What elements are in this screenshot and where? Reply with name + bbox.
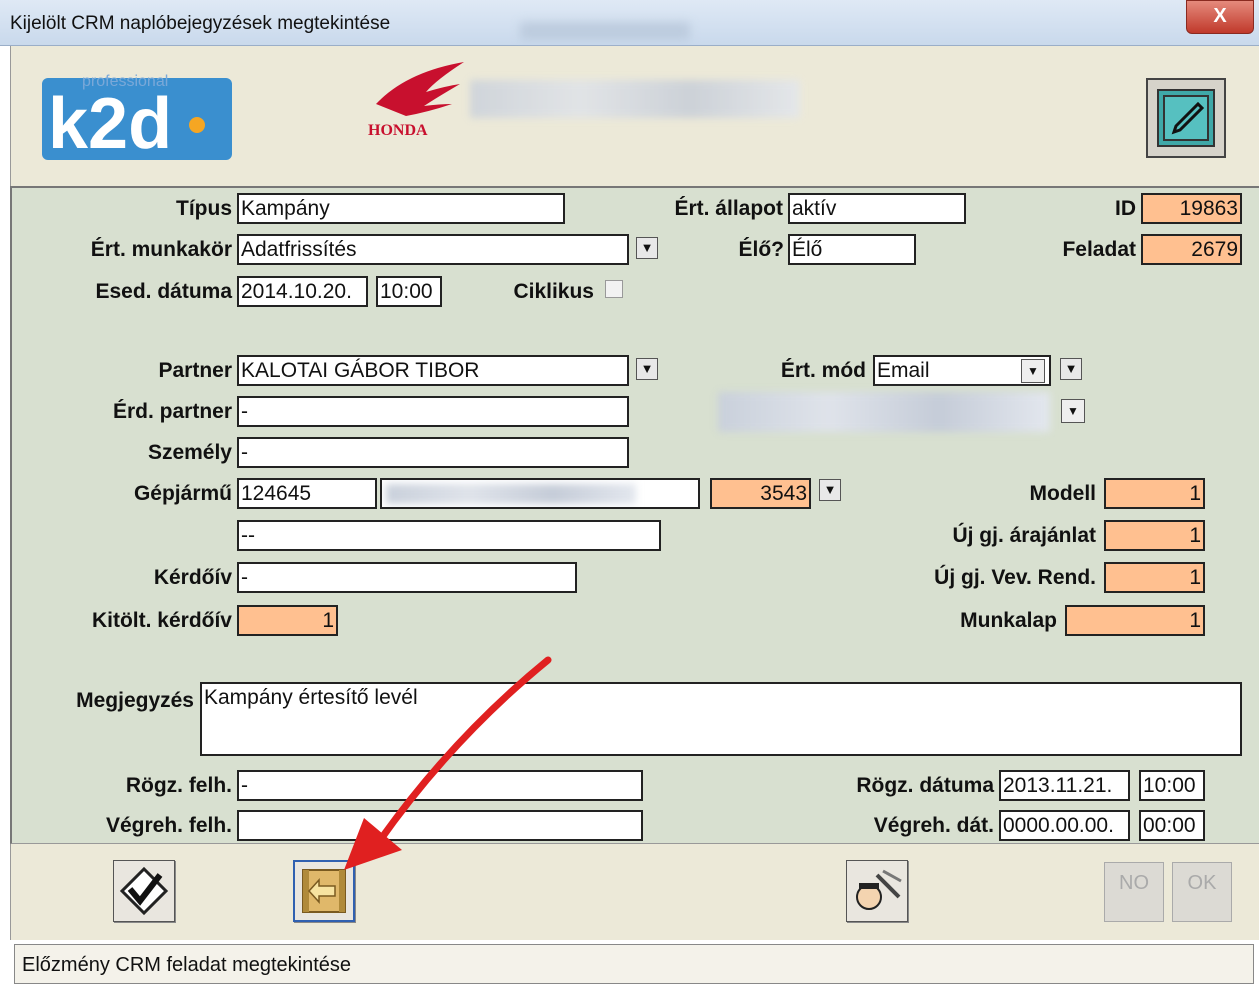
worker-tools-icon	[856, 869, 902, 910]
megjegyzes-label: Megjegyzés	[76, 689, 194, 712]
down-arrow-icon: ▼	[640, 240, 654, 255]
ert-mod-dropdown-button[interactable]: ▼	[1021, 359, 1045, 383]
vegreh-dat-time-field[interactable]: 00:00	[1139, 810, 1205, 841]
blurred-dealer-name	[470, 80, 800, 118]
szemely-label: Személy	[147, 441, 232, 464]
elo-label: Élő?	[738, 238, 785, 261]
id-label: ID	[1115, 197, 1136, 220]
kerdoiv-field[interactable]: -	[237, 562, 577, 593]
ok-button[interactable]: OK	[1172, 862, 1232, 922]
partner-select-button[interactable]: ▼	[636, 358, 658, 380]
munkalap-field[interactable]: 1	[1065, 605, 1205, 636]
rogz-felh-label: Rögz. felh.	[125, 774, 232, 797]
contact-dropdown-button[interactable]: ▼	[1061, 399, 1085, 423]
close-button[interactable]: X	[1186, 0, 1254, 34]
worker-task-button[interactable]	[846, 860, 908, 922]
id-field[interactable]: 19863	[1141, 193, 1242, 224]
honda-logo: HONDA	[366, 62, 466, 142]
ert-munkakor-select-button[interactable]: ▼	[636, 237, 658, 259]
kerdoiv-label: Kérdőív	[153, 566, 232, 589]
blurred-title-area	[520, 22, 690, 40]
feladat-label: Feladat	[1062, 238, 1136, 261]
ciklikus-checkbox[interactable]	[605, 280, 623, 298]
kitolt-kerdoiv-label: Kitölt. kérdőív	[91, 609, 232, 632]
ok-label: OK	[1187, 872, 1217, 894]
window-title: Kijelölt CRM naplóbejegyzések megtekinté…	[10, 13, 391, 34]
ert-allapot-field[interactable]: aktív	[788, 193, 966, 224]
elo-field[interactable]: Élő	[788, 234, 916, 265]
erd-partner-label: Érd. partner	[112, 400, 232, 423]
gepjarmu-number-field[interactable]: 3543	[710, 478, 811, 509]
down-arrow-icon: ▼	[640, 361, 654, 376]
gepjarmu-second-field[interactable]: --	[237, 520, 661, 551]
feladat-field[interactable]: 2679	[1141, 234, 1242, 265]
red-arrow-annotation	[344, 656, 552, 870]
kitolt-kerdoiv-field[interactable]: 1	[237, 605, 338, 636]
checkmark-document-icon	[119, 866, 169, 916]
edit-button[interactable]	[1146, 78, 1226, 158]
down-arrow-icon: ▼	[823, 482, 837, 497]
logo-k2d-text: k2d	[48, 84, 172, 164]
blurred-contact-select	[718, 392, 1050, 432]
vegreh-dat-label: Végreh. dát.	[873, 814, 994, 837]
ert-munkakor-label: Ért. munkakör	[90, 238, 232, 261]
munkalap-label: Munkalap	[960, 609, 1057, 632]
ert-mod-select-button[interactable]: ▼	[1060, 358, 1082, 380]
uj-arajanlat-field[interactable]: 1	[1104, 520, 1205, 551]
k2d-logo: professional k2d	[42, 70, 242, 165]
rogz-datuma-time-field[interactable]: 10:00	[1139, 770, 1205, 801]
ert-munkakor-field[interactable]: Adatfrissítés	[237, 234, 629, 265]
esed-datuma-date-field[interactable]: 2014.10.20.	[237, 276, 368, 307]
chevron-down-icon: ▼	[1027, 364, 1039, 378]
gepjarmu-label: Gépjármű	[133, 482, 232, 505]
down-arrow-icon: ▼	[1064, 361, 1078, 376]
ert-mod-label: Ért. mód	[780, 359, 866, 382]
vegreh-dat-date-field[interactable]: 0000.00.00.	[999, 810, 1130, 841]
modell-field[interactable]: 1	[1104, 478, 1205, 509]
vegreh-felh-label: Végreh. felh.	[105, 814, 232, 837]
partner-field[interactable]: KALOTAI GÁBOR TIBOR	[237, 355, 629, 386]
gepjarmu-select-button[interactable]: ▼	[819, 479, 841, 501]
tipus-field[interactable]: Kampány	[237, 193, 565, 224]
no-button[interactable]: NO	[1104, 862, 1164, 922]
erd-partner-field[interactable]: -	[237, 396, 629, 427]
approve-button[interactable]	[113, 860, 175, 922]
szemely-field[interactable]: -	[237, 437, 629, 468]
honda-text: HONDA	[368, 122, 428, 139]
footer-toolbar	[10, 844, 1259, 940]
uj-vev-rend-field[interactable]: 1	[1104, 562, 1205, 593]
modell-label: Modell	[1029, 482, 1097, 505]
ert-allapot-label: Ért. állapot	[674, 197, 783, 220]
uj-vev-rend-label: Új gj. Vev. Rend.	[934, 566, 1096, 589]
status-text: Előzmény CRM feladat megtekintése	[22, 954, 352, 976]
chevron-down-icon: ▼	[1067, 404, 1079, 418]
ciklikus-label: Ciklikus	[513, 280, 594, 303]
tipus-label: Típus	[176, 197, 232, 220]
no-label: NO	[1119, 872, 1149, 894]
rogz-datuma-label: Rögz. dátuma	[856, 774, 994, 797]
esed-datuma-time-field[interactable]: 10:00	[376, 276, 442, 307]
gepjarmu-field[interactable]: 124645	[237, 478, 377, 509]
rogz-datuma-date-field[interactable]: 2013.11.21.	[999, 770, 1130, 801]
edit-icon	[1157, 89, 1215, 147]
uj-arajanlat-label: Új gj. árajánlat	[952, 524, 1096, 547]
esed-datuma-label: Esed. dátuma	[95, 280, 232, 303]
partner-label: Partner	[158, 359, 232, 382]
gepjarmu-vin-field[interactable]	[380, 478, 700, 509]
blurred-vin	[386, 484, 636, 504]
